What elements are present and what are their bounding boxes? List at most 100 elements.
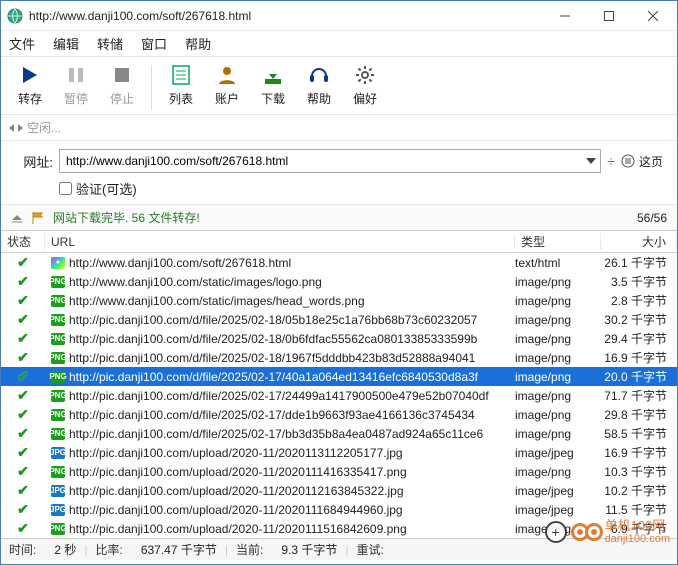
table-row[interactable]: ✔PNGhttp://pic.danji100.com/d/file/2025/…	[1, 405, 677, 424]
toolbar-support-label: 帮助	[307, 90, 331, 107]
table-row[interactable]: ✔PNGhttp://pic.danji100.com/d/file/2025/…	[1, 367, 677, 386]
check-icon: ✔	[17, 444, 29, 461]
window-title: http://www.danji100.com/soft/267618.html	[29, 9, 543, 23]
toolbar-download[interactable]: 下载	[250, 61, 296, 114]
row-type: image/png	[515, 332, 601, 346]
row-size: 29.4 千字节	[601, 330, 677, 347]
table-row[interactable]: ✔PNGhttp://pic.danji100.com/d/file/2025/…	[1, 310, 677, 329]
table-row[interactable]: ✔PNGhttp://pic.danji100.com/upload/2020-…	[1, 462, 677, 481]
headset-icon	[307, 63, 331, 87]
url-input[interactable]	[59, 149, 601, 173]
idle-icon	[9, 123, 23, 133]
row-size: 26.1 千字节	[601, 254, 677, 271]
check-icon: ✔	[17, 292, 29, 309]
jpg-file-icon: JPG	[51, 447, 65, 459]
table-row[interactable]: ✔PNGhttp://pic.danji100.com/upload/2020-…	[1, 519, 677, 538]
row-url: http://pic.danji100.com/upload/2020-11/2…	[69, 522, 407, 536]
row-type: image/png	[515, 408, 601, 422]
table-row[interactable]: ✔JPGhttp://pic.danji100.com/upload/2020-…	[1, 443, 677, 462]
menu-window[interactable]: 窗口	[141, 34, 167, 53]
row-url: http://pic.danji100.com/d/file/2025/02-1…	[69, 332, 477, 346]
current-value: 9.3 千字节	[281, 541, 337, 558]
this-page-button[interactable]: 这页	[621, 153, 663, 170]
check-icon: ✔	[17, 311, 29, 328]
menubar: 文件 编辑 转储 窗口 帮助	[1, 31, 677, 57]
row-size: 71.7 千字节	[601, 387, 677, 404]
row-url: http://pic.danji100.com/upload/2020-11/2…	[69, 465, 407, 479]
toolbar-stop-label: 停止	[110, 90, 134, 107]
row-type: image/jpeg	[515, 503, 601, 517]
table-row[interactable]: ✔●http://www.danji100.com/soft/267618.ht…	[1, 253, 677, 272]
close-button[interactable]	[631, 1, 675, 30]
table-row[interactable]: ✔PNGhttp://pic.danji100.com/d/file/2025/…	[1, 386, 677, 405]
col-type[interactable]: 类型	[515, 233, 601, 250]
current-label: 当前:	[236, 541, 263, 558]
row-url: http://www.danji100.com/static/images/he…	[69, 294, 365, 308]
row-url: http://pic.danji100.com/d/file/2025/02-1…	[69, 351, 475, 365]
user-icon	[215, 63, 239, 87]
toolbar-account-label: 账户	[215, 90, 239, 107]
row-size: 58.5 千字节	[601, 425, 677, 442]
row-size: 20.0 千字节	[601, 368, 677, 385]
check-icon: ✔	[17, 387, 29, 404]
jpg-file-icon: JPG	[51, 485, 65, 497]
url-form: 网址: ÷ 这页 验证(可选)	[1, 141, 677, 205]
menu-transfer[interactable]: 转储	[97, 34, 123, 53]
menu-edit[interactable]: 编辑	[53, 34, 79, 53]
verify-label: 验证(可选)	[76, 179, 137, 198]
check-icon: ✔	[17, 368, 29, 385]
table-row[interactable]: ✔ JPG http://pic.danji100.com/upload/2020-…	[1, 481, 677, 500]
download-status-bar: 网站下载完毕. 56 文件转存! 56/56	[1, 205, 677, 231]
row-type: image/jpeg	[515, 484, 601, 498]
minimize-button[interactable]	[543, 1, 587, 30]
toolbar-pause[interactable]: 暂停	[53, 61, 99, 114]
row-type: image/png	[515, 522, 601, 536]
retry-label: 重试:	[357, 541, 384, 558]
check-icon: ✔	[17, 406, 29, 423]
row-type: image/png	[515, 427, 601, 441]
row-type: image/png	[515, 370, 601, 384]
check-icon: ✔	[17, 501, 29, 518]
status-count: 56/56	[637, 211, 667, 225]
menu-help[interactable]: 帮助	[185, 34, 211, 53]
table-row[interactable]: ✔PNGhttp://www.danji100.com/static/image…	[1, 272, 677, 291]
row-url: http://pic.danji100.com/d/file/2025/02-1…	[69, 408, 475, 422]
url-dropdown-button[interactable]	[583, 151, 599, 171]
verify-checkbox[interactable]	[59, 182, 72, 195]
collapse-up-icon[interactable]	[11, 212, 23, 224]
toolbar-download-label: 下载	[261, 90, 285, 107]
col-status[interactable]: 状态	[1, 233, 45, 250]
row-url: http://www.danji100.com/static/images/lo…	[69, 275, 322, 289]
row-url: http://pic.danji100.com/upload/2020-11/2…	[69, 484, 404, 498]
row-type: image/jpeg	[515, 446, 601, 460]
row-type: image/png	[515, 389, 601, 403]
table-row[interactable]: ✔PNGhttp://pic.danji100.com/d/file/2025/…	[1, 329, 677, 348]
row-url: http://pic.danji100.com/d/file/2025/02-1…	[69, 370, 478, 384]
table-row[interactable]: ✔PNGhttp://www.danji100.com/static/image…	[1, 291, 677, 310]
png-file-icon: PNG	[51, 276, 65, 288]
table-row[interactable]: ✔PNGhttp://pic.danji100.com/d/file/2025/…	[1, 424, 677, 443]
check-icon: ✔	[17, 254, 29, 271]
col-url[interactable]: URL	[45, 235, 515, 249]
idle-text: 空闲...	[27, 119, 61, 136]
menu-file[interactable]: 文件	[9, 34, 35, 53]
jpg-file-icon: JPG	[51, 504, 65, 516]
toolbar-list[interactable]: 列表	[158, 61, 204, 114]
toolbar-stop[interactable]: 停止	[99, 61, 145, 114]
col-size[interactable]: 大小	[601, 233, 677, 250]
check-icon: ✔	[17, 482, 29, 499]
toolbar-pause-label: 暂停	[64, 90, 88, 107]
toolbar-prefs[interactable]: 偏好	[342, 61, 388, 114]
table-row[interactable]: ✔PNGhttp://pic.danji100.com/d/file/2025/…	[1, 348, 677, 367]
table-row[interactable]: ✔JPGhttp://pic.danji100.com/upload/2020-…	[1, 500, 677, 519]
row-url: http://pic.danji100.com/d/file/2025/02-1…	[69, 313, 477, 327]
toolbar-support[interactable]: 帮助	[296, 61, 342, 114]
toolbar-account[interactable]: 账户	[204, 61, 250, 114]
maximize-button[interactable]	[587, 1, 631, 30]
gear-icon	[353, 63, 377, 87]
row-type: image/png	[515, 275, 601, 289]
split-indicator: ÷	[607, 153, 615, 169]
png-file-icon: PNG	[51, 523, 65, 535]
toolbar-start[interactable]: 转存	[7, 61, 53, 114]
row-type: image/png	[515, 313, 601, 327]
